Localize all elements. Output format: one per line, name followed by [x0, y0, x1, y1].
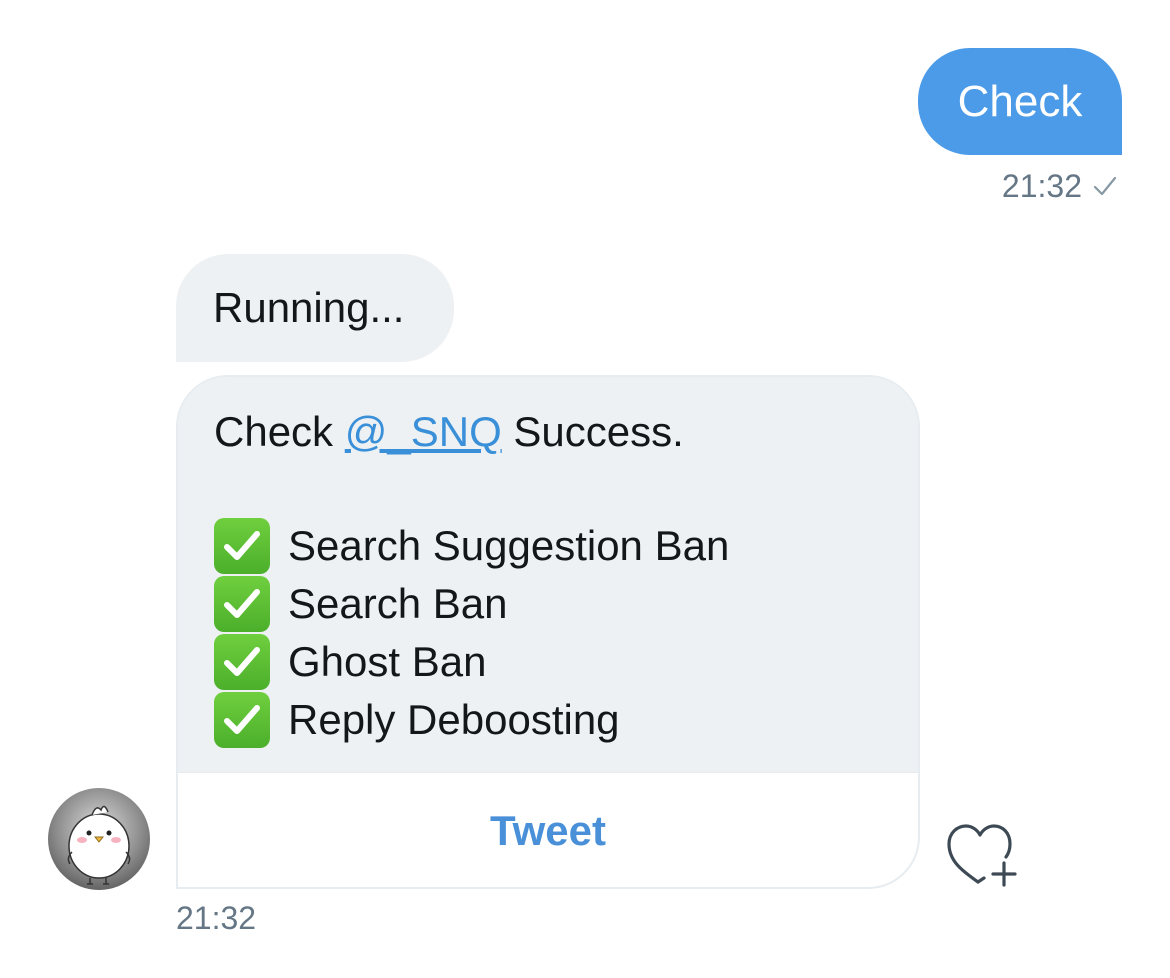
bird-avatar-icon — [67, 805, 131, 885]
outgoing-message-time: 21:32 — [1001, 167, 1082, 204]
sent-check-icon — [1093, 176, 1117, 196]
incoming-message-time: 21:32 — [176, 900, 257, 936]
check-item: Reply Deboosting — [214, 691, 620, 749]
result-headline: Check @_SNQ Success. — [214, 403, 684, 461]
white-check-mark-icon — [214, 692, 270, 748]
check-item-label: Ghost Ban — [288, 638, 487, 685]
white-check-mark-icon — [214, 518, 270, 574]
heart-plus-icon[interactable] — [944, 822, 1020, 888]
check-item-label: Search Suggestion Ban — [288, 522, 730, 569]
incoming-result-card: Check @_SNQ Success. Search Suggestion B… — [176, 375, 920, 889]
result-prefix: Check — [214, 408, 334, 455]
check-item-label: Search Ban — [288, 580, 508, 627]
mention-link[interactable]: @_SNQ — [345, 408, 502, 455]
white-check-mark-icon — [214, 634, 270, 690]
tweet-button[interactable]: Tweet — [178, 772, 918, 887]
outgoing-message-text: Check — [957, 76, 1083, 126]
result-card-body: Check @_SNQ Success. Search Suggestion B… — [178, 377, 918, 772]
check-item-label: Reply Deboosting — [288, 696, 620, 743]
check-item: Search Suggestion Ban — [214, 517, 729, 575]
result-suffix: Success. — [513, 408, 684, 455]
bird-avatar[interactable] — [48, 788, 150, 890]
check-item: Search Ban — [214, 575, 507, 633]
incoming-status-text: Running... — [213, 284, 405, 331]
outgoing-message-bubble[interactable]: Check — [918, 48, 1122, 155]
white-check-mark-icon — [214, 576, 270, 632]
outgoing-message-meta: 21:32 — [1002, 166, 1118, 206]
tweet-button-label: Tweet — [490, 807, 606, 854]
incoming-status-bubble[interactable]: Running... — [176, 254, 454, 362]
check-item: Ghost Ban — [214, 633, 486, 691]
